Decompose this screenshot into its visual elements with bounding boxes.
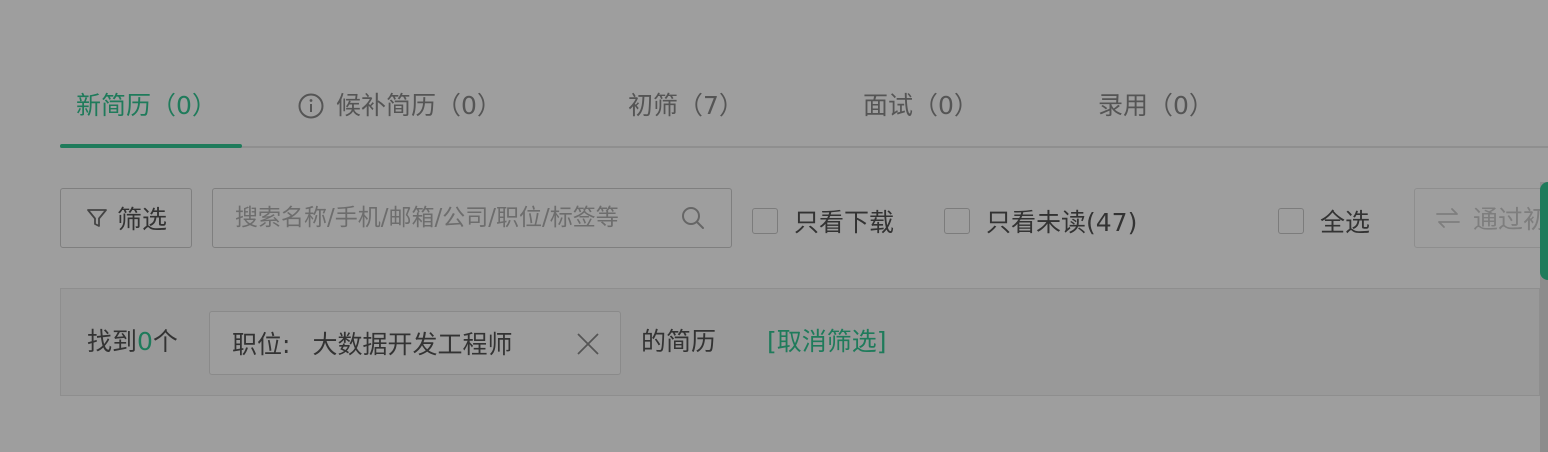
tab-label: 初筛（7） (628, 91, 744, 120)
cancel-filter-link[interactable]: [取消筛选] (767, 289, 887, 397)
checkbox-label: 只看下载 (794, 208, 895, 237)
search-box (212, 188, 732, 248)
close-icon[interactable] (574, 330, 602, 358)
tab-hired[interactable]: 录用（0） (1098, 80, 1214, 146)
checkbox-box[interactable] (944, 208, 970, 234)
filter-result-bar: 找到0个 职位: 大数据开发工程师 的简历 [取消筛选] (60, 288, 1540, 396)
tab-label: 面试（0） (863, 91, 979, 120)
select-all-checkbox[interactable]: 全选 (1278, 203, 1370, 239)
checkbox-box[interactable] (752, 208, 778, 234)
resume-tabs: 新简历（0） 候补简历（0） 初筛（7） 面试（0） 录用（0） (60, 80, 1548, 148)
active-tab-indicator (60, 144, 242, 148)
resume-label: 的简历 (641, 327, 717, 356)
tab-new-resumes[interactable]: 新简历（0） (76, 80, 217, 146)
tab-label: 录用（0） (1098, 91, 1214, 120)
tag-value: 大数据开发工程师 (312, 330, 513, 359)
pass-screening-button[interactable]: 通过初筛 (1414, 188, 1548, 248)
tag-label: 职位: (232, 330, 291, 359)
tab-initial-screening[interactable]: 初筛（7） (628, 80, 744, 146)
search-icon[interactable] (679, 204, 707, 232)
found-suffix: 个 (152, 327, 178, 356)
tab-label: 候补简历（0） (336, 91, 502, 120)
found-count: 0 (137, 327, 153, 356)
checkbox-box[interactable] (1278, 208, 1304, 234)
found-prefix: 找到 (87, 327, 138, 356)
only-unread-checkbox[interactable]: 只看未读(47) (944, 203, 1137, 239)
checkbox-label: 全选 (1320, 208, 1371, 237)
filter-label: 筛选 (116, 205, 167, 234)
funnel-icon (87, 209, 107, 227)
side-panel-handle[interactable] (1540, 182, 1548, 280)
position-filter-tag: 职位: 大数据开发工程师 (209, 311, 621, 375)
info-icon (298, 93, 324, 119)
tab-interview[interactable]: 面试（0） (863, 80, 979, 146)
tab-label: 新简历（0） (76, 91, 217, 120)
checkbox-label: 只看未读(47) (986, 208, 1138, 237)
filter-button[interactable]: 筛选 (60, 188, 192, 248)
search-input[interactable] (213, 189, 679, 247)
found-summary: 找到0个 (87, 289, 178, 397)
tab-waitlist-resumes[interactable]: 候补简历（0） (298, 80, 502, 146)
pass-screening-label: 通过初筛 (1472, 205, 1548, 234)
swap-icon (1436, 208, 1460, 228)
only-downloaded-checkbox[interactable]: 只看下载 (752, 203, 894, 239)
